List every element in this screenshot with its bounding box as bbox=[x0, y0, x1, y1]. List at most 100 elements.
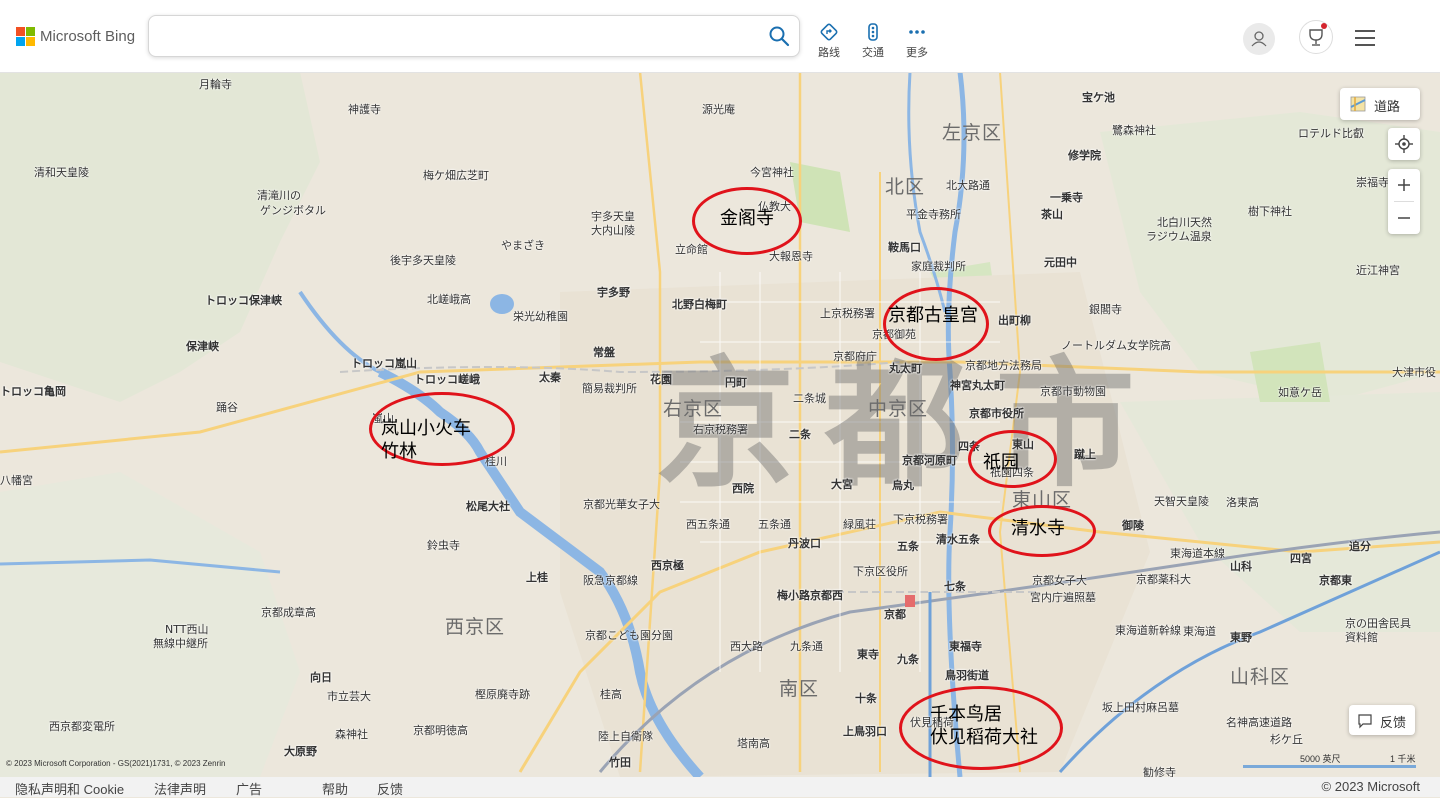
place-label[interactable]: 九条 bbox=[897, 651, 919, 667]
place-label[interactable]: 大報恩寺 bbox=[769, 248, 813, 264]
place-label[interactable]: 崇福寺 bbox=[1356, 174, 1389, 190]
place-label[interactable]: 京都こども園分園 bbox=[585, 627, 673, 643]
place-label[interactable]: 下京区役所 bbox=[853, 563, 908, 579]
place-label[interactable]: 京都女子大 bbox=[1032, 572, 1087, 588]
place-label[interactable]: 樹下神社 bbox=[1248, 203, 1292, 219]
place-label[interactable]: 鞍馬口 bbox=[888, 239, 921, 255]
search-input[interactable] bbox=[163, 18, 757, 56]
place-label[interactable]: 北大路通 bbox=[946, 177, 990, 193]
place-label[interactable]: 八幡宮 bbox=[0, 472, 33, 488]
place-label[interactable]: 大原野 bbox=[284, 743, 317, 759]
place-label[interactable]: 陸上自衛隊 bbox=[598, 728, 653, 744]
rewards-button[interactable] bbox=[1299, 20, 1333, 54]
footer-feedback-link[interactable]: 反馈 bbox=[377, 779, 403, 798]
feedback-button[interactable]: 反馈 bbox=[1349, 705, 1415, 735]
place-label[interactable]: 追分 bbox=[1349, 538, 1371, 554]
place-label[interactable]: 今宮神社 bbox=[750, 164, 794, 180]
place-label[interactable]: 茶山 bbox=[1041, 206, 1063, 222]
place-label[interactable]: 清水五条 bbox=[936, 531, 980, 547]
place-label[interactable]: 四宮 bbox=[1290, 550, 1312, 566]
place-label[interactable]: 西京都変電所 bbox=[49, 718, 115, 734]
place-label[interactable]: 京都河原町 bbox=[902, 452, 957, 468]
place-label[interactable]: 梅ケ畑広芝町 bbox=[423, 167, 489, 183]
place-label[interactable]: 上桂 bbox=[526, 569, 548, 585]
place-label[interactable]: 保津峡 bbox=[186, 338, 219, 354]
place-label[interactable]: 二条城 bbox=[793, 390, 826, 406]
place-label[interactable]: 向日 bbox=[310, 669, 332, 685]
place-label[interactable]: 山科 bbox=[1230, 558, 1252, 574]
place-label[interactable]: 東福寺 bbox=[949, 638, 982, 654]
place-label[interactable]: 京都薬科大 bbox=[1136, 571, 1191, 587]
place-label[interactable]: 九条通 bbox=[790, 638, 823, 654]
directions-button[interactable]: 路线 bbox=[809, 22, 849, 60]
place-label[interactable]: トロッコ保津峡 bbox=[205, 292, 282, 308]
place-label[interactable]: 踊谷 bbox=[216, 399, 238, 415]
place-label[interactable]: 一乗寺 bbox=[1050, 189, 1083, 205]
place-label[interactable]: 太秦 bbox=[539, 369, 561, 385]
place-label[interactable]: 北野白梅町 bbox=[672, 296, 727, 312]
place-label[interactable]: 五条 bbox=[897, 538, 919, 554]
place-label[interactable]: 西京極 bbox=[651, 557, 684, 573]
place-label[interactable]: 竹田 bbox=[609, 754, 631, 770]
place-label[interactable]: 簡易裁判所 bbox=[582, 380, 637, 396]
place-label[interactable]: 京都成章高 bbox=[261, 604, 316, 620]
place-label[interactable]: 銀閣寺 bbox=[1089, 301, 1122, 317]
zoom-out-icon[interactable] bbox=[1388, 202, 1420, 234]
place-label[interactable]: 東寺 bbox=[857, 646, 879, 662]
place-label[interactable]: ロテルド比叡 bbox=[1298, 125, 1364, 141]
place-label[interactable]: 烏丸 bbox=[892, 477, 914, 493]
place-label[interactable]: 緑風荘 bbox=[843, 516, 876, 532]
place-label[interactable]: 松尾大社 bbox=[466, 498, 510, 514]
place-label[interactable]: 鈴虫寺 bbox=[427, 537, 460, 553]
place-label[interactable]: 東海道本線 bbox=[1170, 545, 1225, 561]
place-label[interactable]: ラジウム温泉 bbox=[1146, 228, 1212, 244]
place-label[interactable]: 神護寺 bbox=[348, 101, 381, 117]
place-label[interactable]: 鷺森神社 bbox=[1112, 122, 1156, 138]
hamburger-menu-icon[interactable] bbox=[1354, 29, 1376, 47]
place-label[interactable]: 蹴上 bbox=[1074, 446, 1096, 462]
place-label[interactable]: 御陵 bbox=[1122, 517, 1144, 533]
place-label[interactable]: 後宇多天皇陵 bbox=[390, 252, 456, 268]
place-label[interactable]: やまざき bbox=[501, 237, 545, 253]
place-label[interactable]: 上鳥羽口 bbox=[843, 723, 887, 739]
footer-help-link[interactable]: 帮助 bbox=[322, 779, 348, 798]
locate-me-button[interactable] bbox=[1388, 128, 1420, 160]
map-canvas[interactable]: 京都市 左京区 北区 右京区 中京区 東山区 西京区 南区 山科区 月輪寺 神護… bbox=[0, 72, 1440, 777]
place-label[interactable]: 平金寺務所 bbox=[906, 206, 961, 222]
place-label[interactable]: 常盤 bbox=[593, 344, 615, 360]
place-label[interactable]: 宇多野 bbox=[597, 284, 630, 300]
place-label[interactable]: 名神高速道路 bbox=[1226, 714, 1292, 730]
place-label[interactable]: 京都地方法務局 bbox=[965, 357, 1042, 373]
place-label[interactable]: 北嵯峨高 bbox=[427, 291, 471, 307]
place-label[interactable]: 清和天皇陵 bbox=[34, 164, 89, 180]
place-label[interactable]: 二条 bbox=[789, 426, 811, 442]
place-label[interactable]: 如意ケ岳 bbox=[1278, 384, 1322, 400]
place-label[interactable]: 京都市動物園 bbox=[1040, 383, 1106, 399]
place-label[interactable]: ゲンジボタル bbox=[260, 202, 326, 218]
place-label[interactable]: 坂上田村麻呂墓 bbox=[1102, 699, 1179, 715]
place-label[interactable]: 元田中 bbox=[1044, 254, 1077, 270]
place-label[interactable]: 神宮丸太町 bbox=[950, 377, 1005, 393]
place-label[interactable]: 右京税務署 bbox=[693, 421, 748, 437]
footer-privacy-link[interactable]: 隐私声明和 Cookie bbox=[15, 779, 124, 798]
place-label[interactable]: 大内山陵 bbox=[591, 222, 635, 238]
place-label[interactable]: 京都 bbox=[884, 606, 906, 622]
place-label[interactable]: 西大路 bbox=[730, 638, 763, 654]
place-label[interactable]: 近江神宮 bbox=[1356, 262, 1400, 278]
place-label[interactable]: 修学院 bbox=[1068, 147, 1101, 163]
place-label[interactable]: 家庭裁判所 bbox=[911, 258, 966, 274]
place-label[interactable]: 五条通 bbox=[758, 516, 791, 532]
place-label[interactable]: 下京税務署 bbox=[893, 511, 948, 527]
traffic-button[interactable]: 交通 bbox=[853, 22, 893, 60]
account-avatar[interactable] bbox=[1243, 23, 1275, 55]
place-label[interactable]: 資料館 bbox=[1345, 629, 1378, 645]
place-label[interactable]: トロッコ嵯峨 bbox=[414, 371, 480, 387]
place-label[interactable]: 月輪寺 bbox=[199, 76, 232, 92]
place-label[interactable]: ノートルダム女学院高 bbox=[1061, 337, 1171, 353]
place-label[interactable]: 東野 bbox=[1230, 629, 1252, 645]
place-label[interactable]: 洛東高 bbox=[1226, 494, 1259, 510]
place-label[interactable]: 塔南高 bbox=[737, 735, 770, 751]
place-label[interactable]: 西院 bbox=[732, 480, 754, 496]
place-label[interactable]: 鳥羽街道 bbox=[945, 667, 989, 683]
place-label[interactable]: 源光庵 bbox=[702, 101, 735, 117]
